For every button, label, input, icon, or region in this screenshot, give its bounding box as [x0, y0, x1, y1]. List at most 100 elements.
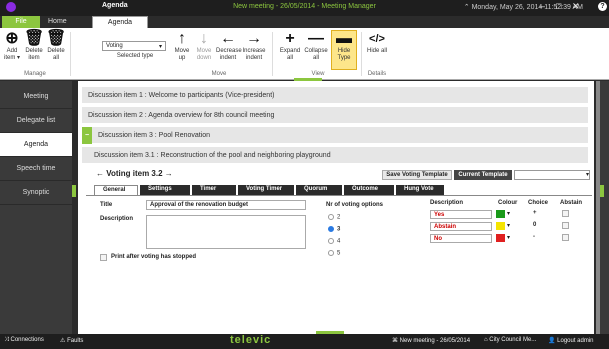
move-up-label: Move up: [174, 48, 190, 61]
add-circle-icon: ⊕: [5, 30, 19, 47]
option-desc-input[interactable]: Abstain: [430, 222, 492, 231]
hide-all-button[interactable]: </> Hide all: [366, 30, 388, 55]
title-input[interactable]: Approval of the renovation budget: [146, 200, 306, 210]
sidebar: Meeting Delegate list Agenda Speech time…: [0, 81, 72, 334]
title-label: Title: [100, 202, 113, 208]
col-choice: Choice: [528, 200, 549, 206]
logout-status[interactable]: 👤 Logout admin: [548, 337, 594, 344]
connections-status[interactable]: ⤨ Connections: [4, 337, 44, 344]
type-select[interactable]: Voting ▾: [102, 41, 166, 51]
decrease-indent-button[interactable]: ← Decrease indent: [216, 30, 242, 62]
logout-label: Logout admin: [557, 338, 594, 344]
help-icon[interactable]: ?: [598, 2, 607, 11]
increase-indent-button[interactable]: → Increase indent: [242, 30, 266, 62]
right-grip[interactable]: [600, 185, 604, 197]
option-desc-input[interactable]: No: [430, 234, 492, 243]
col-description: Description: [430, 200, 464, 206]
connections-label: Connections: [10, 337, 44, 343]
type-select-value: Voting: [106, 43, 123, 49]
expand-all-button[interactable]: + Expand all: [278, 30, 302, 62]
collapse-icon[interactable]: −: [82, 127, 92, 144]
chevron-down-icon[interactable]: ▾: [507, 234, 510, 241]
save-voting-template-button[interactable]: Save Voting Template: [382, 170, 452, 180]
chevron-down-icon[interactable]: ▾: [507, 222, 510, 229]
arrow-left-icon: ←: [220, 30, 236, 47]
faults-status[interactable]: ⚠ Faults: [60, 337, 83, 344]
user-icon: 👤: [548, 338, 556, 344]
choice-value[interactable]: -: [533, 234, 535, 240]
general-form: Title Approval of the renovation budget …: [86, 195, 592, 271]
chevron-down-icon[interactable]: ▾: [507, 210, 510, 217]
delete-item-button[interactable]: 🗑 Delete item: [24, 30, 44, 62]
ribbon-divider: [272, 32, 273, 76]
ribbon-divider: [361, 32, 362, 76]
collapse-all-button[interactable]: — Collapse all: [304, 30, 328, 62]
move-up-button[interactable]: ↑ Move up: [172, 30, 192, 62]
meeting-status[interactable]: ⌘ New meeting - 26/05/2014: [392, 337, 470, 344]
tab-timer[interactable]: Timer: [192, 185, 236, 195]
sidebar-item-delegate-list[interactable]: Delegate list: [0, 109, 72, 133]
template-select[interactable]: ▾: [514, 170, 590, 180]
agenda-item[interactable]: Discussion item 1 : Welcome to participa…: [82, 87, 588, 104]
plus-icon: +: [285, 30, 295, 47]
delete-all-button[interactable]: 🗑 Delete all: [46, 30, 66, 62]
abstain-checkbox[interactable]: [562, 222, 569, 229]
tab-file[interactable]: File: [2, 16, 40, 28]
brand-logo: televic: [230, 334, 272, 346]
close-button[interactable]: ✕: [572, 1, 580, 12]
option-radio-3[interactable]: 3: [328, 226, 340, 233]
sidebar-item-synoptic[interactable]: Synoptic: [0, 181, 72, 205]
tab-hung-vote[interactable]: Hung Vote: [396, 185, 444, 195]
agenda-item[interactable]: Discussion item 2 : Agenda overview for …: [82, 107, 588, 124]
col-abstain: Abstain: [560, 200, 583, 206]
chevron-down-icon: ▾: [158, 44, 162, 50]
arrow-left-icon[interactable]: ←: [96, 169, 104, 178]
agenda-item[interactable]: Discussion item 3.1 : Reconstruction of …: [82, 147, 588, 164]
move-down-button[interactable]: ↓ Move down: [194, 30, 214, 62]
ribbon-divider: [70, 32, 71, 76]
abstain-checkbox[interactable]: [562, 210, 569, 217]
add-item-button[interactable]: ⊕ Add item ▾: [2, 30, 22, 62]
chevron-down-icon: ▾: [585, 172, 589, 178]
minimize-button[interactable]: –: [540, 1, 545, 11]
color-swatch[interactable]: [496, 234, 505, 242]
option-desc-input[interactable]: Yes: [430, 210, 492, 219]
tab-voting-timer[interactable]: Voting Timer: [238, 185, 294, 195]
print-checkbox[interactable]: [100, 254, 107, 261]
option-radio-2[interactable]: 2: [328, 214, 340, 221]
color-swatch[interactable]: [496, 222, 505, 230]
sidebar-item-speech-time[interactable]: Speech time: [0, 157, 72, 181]
description-textarea[interactable]: [146, 215, 306, 249]
hide-type-button[interactable]: ▬ Hide Type: [331, 30, 357, 62]
tab-agenda[interactable]: Agenda: [92, 16, 148, 28]
voting-tabs: General Settings Timer Voting Timer Quor…: [86, 185, 592, 195]
tab-home[interactable]: Home: [42, 16, 73, 28]
title-bar: Agenda New meeting - 26/05/2014 - Meetin…: [0, 0, 609, 16]
hide-type-icon: ▬: [336, 30, 352, 47]
radio-icon: [328, 214, 334, 220]
tab-quorum[interactable]: Quorum: [296, 185, 342, 195]
agenda-item[interactable]: − Discussion item 3 : Pool Renovation: [82, 127, 588, 144]
group-details: Details: [367, 71, 387, 77]
abstain-checkbox[interactable]: [562, 234, 569, 241]
meeting-label: New meeting - 26/05/2014: [399, 338, 471, 344]
option-radio-4[interactable]: 4: [328, 238, 340, 245]
decrease-indent-label: Decrease indent: [216, 48, 242, 61]
selected-type-label: Selected type: [116, 53, 154, 59]
choice-value[interactable]: +: [533, 210, 537, 216]
option-radio-5[interactable]: 5: [328, 250, 340, 257]
maximize-button[interactable]: □: [556, 1, 561, 11]
color-swatch[interactable]: [496, 210, 505, 218]
sidebar-item-meeting[interactable]: Meeting: [0, 85, 72, 109]
sidebar-grip[interactable]: [72, 185, 76, 197]
council-status[interactable]: ⌂ City Council Me...: [484, 337, 536, 343]
tab-settings[interactable]: Settings: [140, 185, 190, 195]
code-tags-icon: </>: [369, 33, 385, 45]
arrow-right-icon[interactable]: →: [165, 169, 173, 178]
tab-general[interactable]: General: [94, 185, 138, 195]
sidebar-item-agenda[interactable]: Agenda: [0, 133, 72, 157]
choice-value[interactable]: 0: [533, 222, 536, 228]
delete-all-label: Delete all: [47, 48, 65, 61]
collapse-ribbon-icon[interactable]: ⌃: [464, 4, 470, 11]
tab-outcome[interactable]: Outcome: [344, 185, 394, 195]
